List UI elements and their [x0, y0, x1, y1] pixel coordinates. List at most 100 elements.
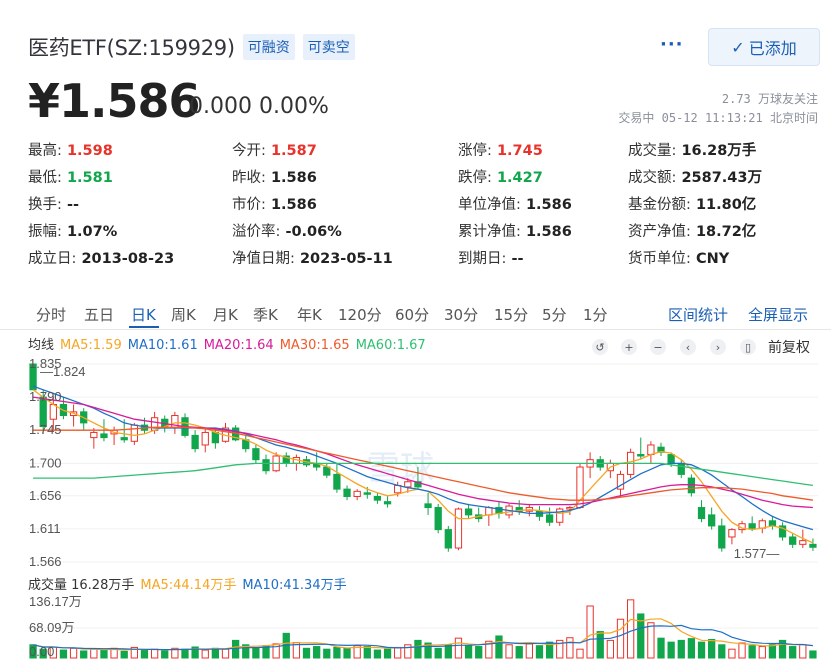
quote-cell: 振幅: 1.07% [28, 220, 117, 241]
undo-icon[interactable]: ↺ [592, 339, 608, 355]
ma-item: MA5:1.59 [60, 338, 122, 353]
candle-body [545, 514, 554, 523]
tab-9[interactable]: 30分 [444, 304, 478, 325]
candle-body [373, 495, 382, 501]
quote-label: 昨收: [232, 170, 266, 186]
volume-y-label: 0.00 [29, 644, 54, 659]
volume-y-label: 136.17万 [29, 594, 82, 609]
quote-row: 成立日: 2013-08-23 净值日期: 2023-05-11 到期日: -- 货币… [28, 247, 818, 274]
candle-body [444, 529, 452, 549]
quote-cell: 净值日期: 2023-05-11 [232, 247, 393, 268]
volume-y-label: 68.09万 [29, 620, 75, 635]
volume-bar [728, 648, 736, 659]
volume-bar [758, 646, 766, 659]
volume-bar [718, 644, 726, 659]
tab-0[interactable]: 分时 [36, 304, 66, 325]
title-row: 医药ETF(SZ:159929) 可融资 可卖空 [28, 32, 355, 62]
tab-7[interactable]: 120分 [338, 304, 382, 325]
quote-cell: 成立日: 2013-08-23 [28, 247, 174, 268]
volume-bar [515, 646, 523, 659]
range-stats-button[interactable]: 区间统计 [668, 304, 728, 325]
volume-ma5-line [32, 618, 813, 651]
volume-bar [100, 649, 108, 659]
candle-body [637, 454, 645, 457]
tab-10[interactable]: 15分 [494, 304, 528, 325]
zoom-in-icon[interactable]: + [621, 339, 637, 355]
volume-bar [647, 622, 655, 659]
volume-bar [444, 644, 452, 659]
y-axis-label: 1.700 [29, 455, 62, 470]
volume-bar [576, 648, 584, 659]
volume-bar [201, 649, 209, 659]
candle-body [647, 444, 655, 456]
candle-body [252, 448, 260, 461]
candle-icon[interactable]: ▯ [740, 339, 756, 355]
ma-legend: 均线 MA5:1.59 MA10:1.61 MA20:1.64 MA30:1.65 MA6… [28, 334, 432, 353]
price-change: 0.000 0.00% [189, 94, 329, 119]
fuquan-select[interactable]: 前复权 [768, 337, 810, 357]
volume-bar [677, 639, 685, 659]
zoom-out-icon[interactable]: − [650, 339, 666, 355]
follow-button[interactable]: ✓ 已添加 [708, 28, 820, 66]
candle-body [677, 462, 685, 475]
tab-11[interactable]: 5分 [542, 304, 567, 325]
quote-label: 涨停: [458, 143, 492, 159]
quote-label: 跌停: [458, 170, 492, 186]
quote-value: 1.598 [61, 143, 113, 159]
quote-value: 1.745 [491, 143, 543, 159]
volume-bar [738, 642, 746, 659]
tab-2[interactable]: 日K [131, 304, 156, 325]
quote-label: 累计净值: [458, 224, 521, 240]
quote-row: 最低: 1.581 昨收: 1.586 跌停: 1.427 成交额: 2587.43万 [28, 166, 818, 193]
tab-5[interactable]: 季K [253, 304, 278, 325]
volume-bar [383, 648, 392, 659]
quote-cell: 昨收: 1.586 [232, 166, 317, 187]
quote-value: 16.28万手 [676, 143, 757, 159]
quote-row: 振幅: 1.07% 溢价率: -0.06% 累计净值: 1.586 资产净值: 18.… [28, 220, 818, 247]
tab-4[interactable]: 月K [213, 304, 238, 325]
volume-bar [586, 605, 594, 659]
quote-value: 1.586 [520, 197, 572, 213]
candle-body [434, 507, 442, 531]
page-title: 医药ETF(SZ:159929) [28, 36, 235, 60]
quote-label: 成立日: [28, 251, 77, 267]
tab-6[interactable]: 年K [297, 304, 322, 325]
candle-body [424, 503, 432, 509]
volume-bar [596, 631, 604, 659]
tab-1[interactable]: 五日 [84, 304, 114, 325]
tab-8[interactable]: 60分 [395, 304, 429, 325]
volume-chart[interactable]: 136.17万 68.09万 0.00 [28, 590, 818, 660]
quote-cell: 货币单位: CNY [628, 247, 729, 268]
candle-body [718, 525, 726, 549]
volume-bar [505, 644, 513, 659]
quote-cell: 基金份额: 11.80亿 [628, 193, 756, 214]
tab-3[interactable]: 周K [171, 304, 196, 325]
trading-status: 交易中 05-12 11:13:21 北京时间 [618, 111, 818, 125]
volume-bar [789, 646, 797, 659]
margin-financing-tag: 可融资 [242, 34, 295, 60]
volume-bar [373, 649, 382, 659]
quote-label: 成交量: [628, 143, 677, 159]
candle-body [576, 466, 584, 509]
quote-value: 1.427 [491, 170, 543, 186]
tab-12[interactable]: 1分 [583, 304, 608, 325]
candle-body [454, 508, 463, 549]
volume-bar [252, 647, 260, 659]
volume-bar [708, 638, 716, 659]
quote-value: -- [61, 197, 79, 213]
fullscreen-button[interactable]: 全屏显示 [748, 304, 808, 325]
follow-button-label: 已添加 [748, 39, 797, 58]
next-icon[interactable]: › [710, 339, 726, 355]
quote-label: 货币单位: [628, 251, 691, 267]
candlestick-chart[interactable]: 雪球1.8351.7901.7451.7001.6561.6111.566—1.… [28, 356, 818, 570]
quote-row: 换手: -- 市价: 1.586 单位净值: 1.586 基金份额: 11.80亿 [28, 193, 818, 220]
candle-body [708, 514, 716, 527]
quote-cell: 溢价率: -0.06% [232, 220, 342, 241]
volume-bar [333, 646, 341, 659]
prev-icon[interactable]: ‹ [680, 339, 696, 355]
volume-bar [495, 635, 503, 659]
quote-cell: 跌停: 1.427 [458, 166, 543, 187]
quote-label: 最低: [28, 170, 62, 186]
quote-label: 基金份额: [628, 197, 691, 213]
more-dots-icon[interactable]: ··· [660, 34, 684, 55]
